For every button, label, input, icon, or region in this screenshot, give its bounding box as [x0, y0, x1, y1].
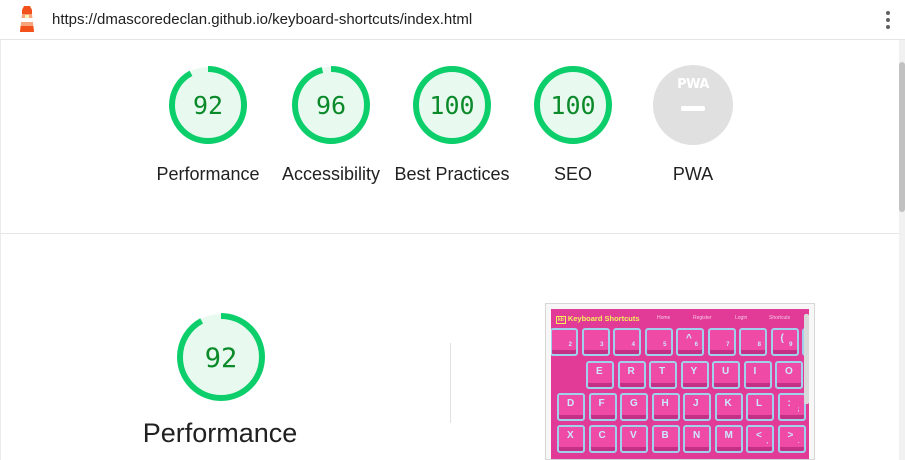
gauge-label: PWA [672, 164, 714, 184]
keyboard-key: E [586, 361, 614, 389]
keyboard-key: T [649, 361, 677, 389]
category-title: Performance [142, 418, 298, 448]
final-screenshot[interactable]: kb Keyboard Shortcuts Home Register Login… [545, 303, 815, 460]
gauge-score: 100 [429, 91, 474, 120]
gauge-score: 100 [550, 91, 595, 120]
keyboard-key: N [683, 425, 711, 453]
page-scrollbar[interactable] [899, 40, 905, 460]
keyboard-key: M [714, 425, 743, 453]
keyboard-key: 7 [707, 328, 736, 356]
more-menu-icon[interactable] [880, 9, 896, 33]
pwa-badge-icon: PWA [653, 65, 733, 145]
keyboard-key: 5 [644, 328, 673, 356]
keyboard-key: R [617, 361, 646, 389]
keyboard-key: C [588, 425, 617, 453]
keyboard-key: <, [746, 425, 774, 453]
pwa-dash-icon [681, 106, 705, 111]
score-gauge-icon: 100 [413, 66, 491, 144]
keyboard-key: Y [680, 361, 709, 389]
keyboard-key: 8 [739, 328, 767, 356]
keyboard-key: (9 [770, 328, 799, 356]
screenshot-navbar: kb Keyboard Shortcuts Home Register Login… [551, 309, 809, 328]
screenshot-nav-link: Login [735, 315, 748, 321]
keyboard-key: L [746, 393, 774, 421]
gauge-seo[interactable]: 100 SEO [528, 63, 618, 187]
lighthouse-logo-icon [20, 6, 34, 32]
keyboard-key: U [712, 361, 740, 389]
keyboard-key: D [557, 393, 585, 421]
gauge-score: 96 [316, 91, 346, 120]
gauge-label: Performance [156, 164, 260, 184]
keyboard-key: K [714, 393, 743, 421]
category-score: 92 [205, 343, 238, 374]
screenshot-brand: kb Keyboard Shortcuts [556, 314, 640, 324]
pwa-badge-text: PWA [677, 77, 709, 92]
keyboard-key: V [620, 425, 648, 453]
keyboard-key: 2 [551, 328, 578, 356]
keyboard-key: I [743, 361, 772, 389]
keyboard-key: ^ 6 [676, 328, 704, 356]
keyboard-key: F [588, 393, 617, 421]
screenshot-scrollbar [804, 314, 809, 404]
gauge-label: SEO [553, 164, 592, 184]
gauge-accessibility[interactable]: 96 Accessibility [282, 63, 380, 187]
gauge-pwa[interactable]: PWA PWA [648, 65, 738, 187]
gauge-label: Best Practices [394, 164, 510, 184]
keyboard-key: G [620, 393, 648, 421]
gauge-score: 92 [193, 91, 223, 120]
screenshot-nav-link: Home [657, 315, 671, 321]
keyboard-key: >. [777, 425, 806, 453]
score-gauge-icon: 96 [292, 66, 370, 144]
keyboard-key: 3 [581, 328, 610, 356]
score-gauge-icon: 100 [534, 66, 612, 144]
gauge-label: Accessibility [281, 164, 381, 184]
keyboard-key: H [651, 393, 680, 421]
keyboard-key: O [775, 361, 803, 389]
gauge-performance[interactable]: 92 Performance [156, 63, 260, 187]
keyboard-key: J [683, 393, 711, 421]
screenshot-image: kb Keyboard Shortcuts Home Register Login… [551, 309, 809, 459]
screenshot-nav-link: Register [693, 315, 712, 321]
keyboard-key: :; [777, 393, 806, 421]
keyboard-key: 4 [613, 328, 641, 356]
keyboard-key: B [651, 425, 680, 453]
category-score-gauge[interactable]: 92 [174, 310, 268, 404]
keyboard-key: X [557, 425, 585, 453]
gauge-best-practices[interactable]: 100 Best Practices [394, 63, 510, 187]
scrollbar-thumb[interactable] [899, 62, 905, 212]
browser-bar: https://dmascoredeclan.github.io/keyboar… [0, 0, 905, 40]
vertical-divider [450, 343, 451, 423]
section-divider [1, 233, 900, 234]
url-text[interactable]: https://dmascoredeclan.github.io/keyboar… [52, 11, 472, 28]
screenshot-nav-link: Shortcuts [769, 315, 791, 321]
score-gauge-icon: 92 [169, 66, 247, 144]
